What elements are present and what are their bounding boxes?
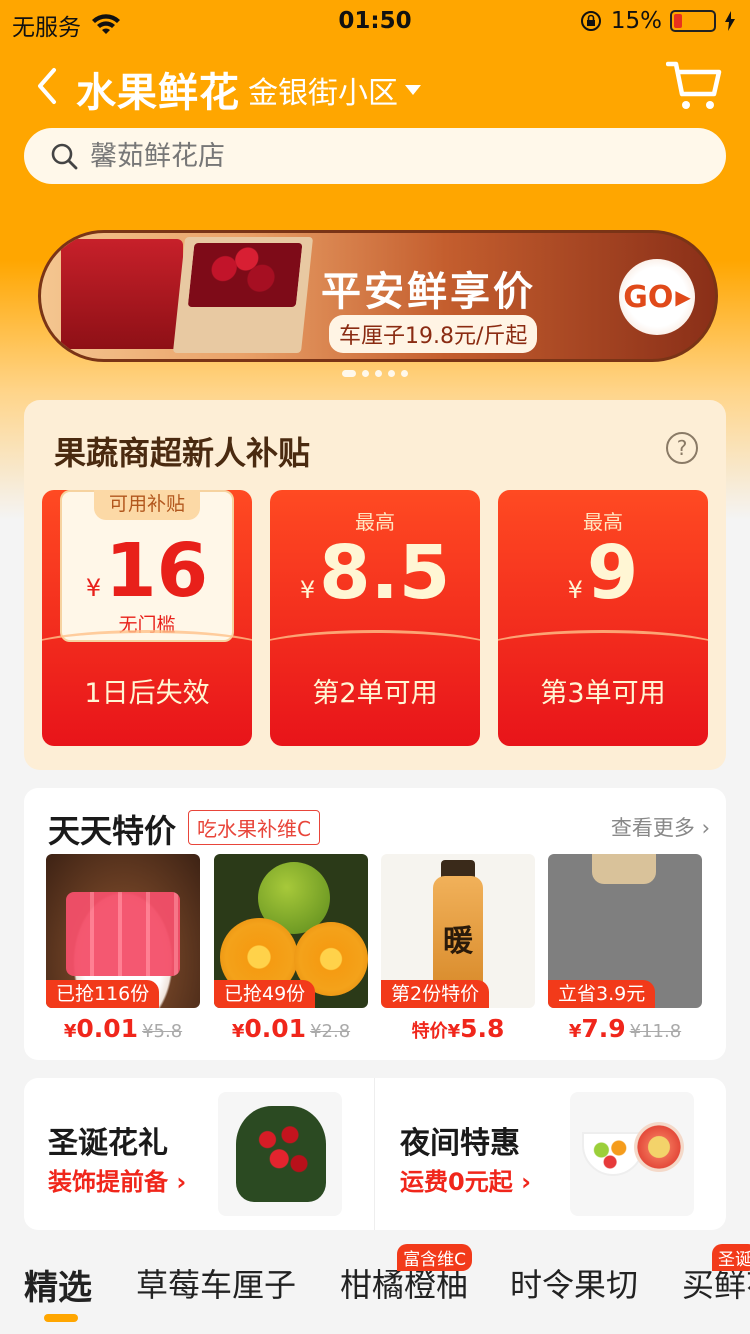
orientation-lock-icon — [580, 11, 601, 31]
coupon-condition: 1日后失效 — [84, 678, 210, 709]
navigation-bar: 水果鲜花 金银街小区 — [0, 52, 750, 118]
product-price: 特价¥5.8 — [411, 1014, 505, 1043]
caret-down-icon — [405, 85, 421, 95]
original-price: ¥11.8 — [629, 1021, 682, 1042]
coupon-tag: 可用补贴 — [94, 490, 200, 520]
location-selector[interactable]: 金银街小区 — [248, 68, 422, 112]
product-price: ¥0.01 ¥5.8 — [63, 1014, 183, 1043]
location-label: 金银街小区 — [248, 76, 398, 111]
play-arrow-icon: ▶ — [675, 285, 691, 309]
chevron-right-icon: › — [176, 1168, 187, 1196]
banner-go-label: GO — [623, 279, 674, 315]
daily-deals-section: 天天特价 吃水果补维C 查看更多 › 已抢116份 ¥0.01 ¥5.8 已抢49… — [24, 788, 726, 1060]
promo-title: 夜间特惠 — [400, 1126, 520, 1161]
battery-percent: 15% — [610, 8, 662, 34]
banner-title: 平安鲜享价 — [321, 269, 536, 315]
banner-subtitle: 车厘子19.8元/斤起 — [329, 315, 538, 353]
chevron-right-icon: › — [521, 1168, 531, 1196]
promo-title: 圣诞花礼 — [48, 1126, 168, 1161]
product-badge: 已抢49份 — [214, 980, 316, 1008]
bottle-label: 暖 — [443, 924, 473, 959]
coupon-condition: 第3单可用 — [540, 678, 666, 709]
search-bar[interactable] — [24, 128, 726, 184]
cart-icon[interactable] — [666, 60, 722, 112]
banner-pagination — [0, 370, 750, 377]
status-bar: 无服务 01:50 15% — [0, 0, 750, 42]
original-price: ¥5.8 — [142, 1021, 183, 1042]
coupon-third-order[interactable]: 最高 ¥9 第3单可用 — [498, 490, 708, 746]
drink-bottle-image: 暖 第2份特价 — [381, 854, 535, 1008]
orange-image: 已抢49份 — [214, 854, 368, 1008]
banner-dot — [401, 370, 408, 377]
coupon-condition: 第2单可用 — [312, 678, 438, 709]
promo-subtitle: 运费0元起 › — [400, 1168, 531, 1196]
divider — [374, 1078, 375, 1230]
coupon-amount: ¥8.5 — [299, 530, 451, 616]
bouquet-image — [218, 1092, 342, 1216]
coupon-arc — [498, 630, 708, 670]
help-icon[interactable]: ? — [666, 432, 698, 464]
tab-badge: 圣诞 — [712, 1244, 750, 1271]
product-card[interactable]: 暖 第2份特价 特价¥5.8 — [381, 854, 535, 1043]
cherry-crate-image — [172, 237, 314, 353]
new-user-subsidy-card: 果蔬商超新人补贴 ? 可用补贴 ¥16 无门槛 1日后失效 最高 ¥8.5 第2… — [24, 400, 726, 770]
page-title: 水果鲜花 — [76, 70, 240, 116]
deals-title: 天天特价 — [48, 812, 177, 850]
chevron-right-icon: › — [701, 816, 710, 840]
original-price: ¥2.8 — [310, 1021, 351, 1042]
back-icon[interactable] — [30, 66, 64, 106]
banner-go-button[interactable]: GO ▶ — [619, 259, 695, 335]
product-badge: 第2份特价 — [381, 980, 490, 1008]
coupon-amount: ¥16 — [85, 528, 209, 614]
see-more-label: 查看更多 — [610, 816, 695, 840]
coupon-second-order[interactable]: 最高 ¥8.5 第2单可用 — [270, 490, 480, 746]
coupon-arc — [42, 630, 252, 670]
search-icon — [51, 143, 78, 170]
active-tab-indicator — [44, 1314, 78, 1322]
watermelon-image: 已抢116份 — [46, 854, 200, 1008]
tab-featured[interactable]: 精选 — [24, 1260, 92, 1322]
tab-flowers[interactable]: 买鲜花圣诞 — [682, 1244, 750, 1306]
tab-citrus[interactable]: 柑橘橙柚 富含维C — [340, 1244, 473, 1306]
tab-strawberry-cherry[interactable]: 草莓车厘子 — [136, 1260, 296, 1306]
charging-icon — [725, 11, 735, 31]
product-image-placeholder: 立省3.9元 — [548, 854, 702, 1008]
tab-badge: 富含维C — [397, 1244, 473, 1271]
product-badge: 已抢116份 — [46, 980, 160, 1008]
fruit-platter-image — [570, 1092, 694, 1216]
battery-icon — [670, 10, 716, 32]
product-price: ¥0.01 ¥2.8 — [231, 1014, 351, 1043]
promo-entries: 圣诞花礼 装饰提前备 › 夜间特惠 运费0元起 › — [24, 1078, 726, 1230]
product-card[interactable]: 已抢116份 ¥0.01 ¥5.8 — [46, 854, 200, 1043]
banner-dot — [388, 370, 395, 377]
cherry-gift-box-image — [61, 239, 183, 349]
status-right: 15% — [579, 8, 736, 34]
banner-dot — [342, 370, 356, 377]
product-price: ¥7.9 ¥11.8 — [568, 1014, 682, 1043]
subsidy-title: 果蔬商超新人补贴 — [54, 434, 311, 472]
deals-tag: 吃水果补维C — [188, 810, 320, 845]
coupon-arc — [270, 630, 480, 670]
banner-dot — [362, 370, 369, 377]
coupon-first-order[interactable]: 可用补贴 ¥16 无门槛 1日后失效 — [42, 490, 252, 746]
product-card[interactable]: 立省3.9元 ¥7.9 ¥11.8 — [548, 854, 702, 1043]
coupon-amount: ¥9 — [567, 530, 639, 616]
see-more-link[interactable]: 查看更多 › — [611, 812, 710, 842]
search-input[interactable] — [90, 140, 650, 172]
product-card[interactable]: 已抢49份 ¥0.01 ¥2.8 — [214, 854, 368, 1043]
category-tabs: 精选 草莓车厘子 柑橘橙柚富含维C 时令果切 买鲜花圣诞 — [0, 1244, 750, 1334]
banner-dot — [375, 370, 382, 377]
promo-subtitle: 装饰提前备 › — [48, 1168, 187, 1196]
product-badge: 立省3.9元 — [548, 980, 656, 1008]
tab-seasonal-cuts[interactable]: 时令果切 — [510, 1260, 638, 1306]
promo-banner[interactable]: 平安鲜享价 车厘子19.8元/斤起 GO ▶ — [38, 230, 718, 362]
